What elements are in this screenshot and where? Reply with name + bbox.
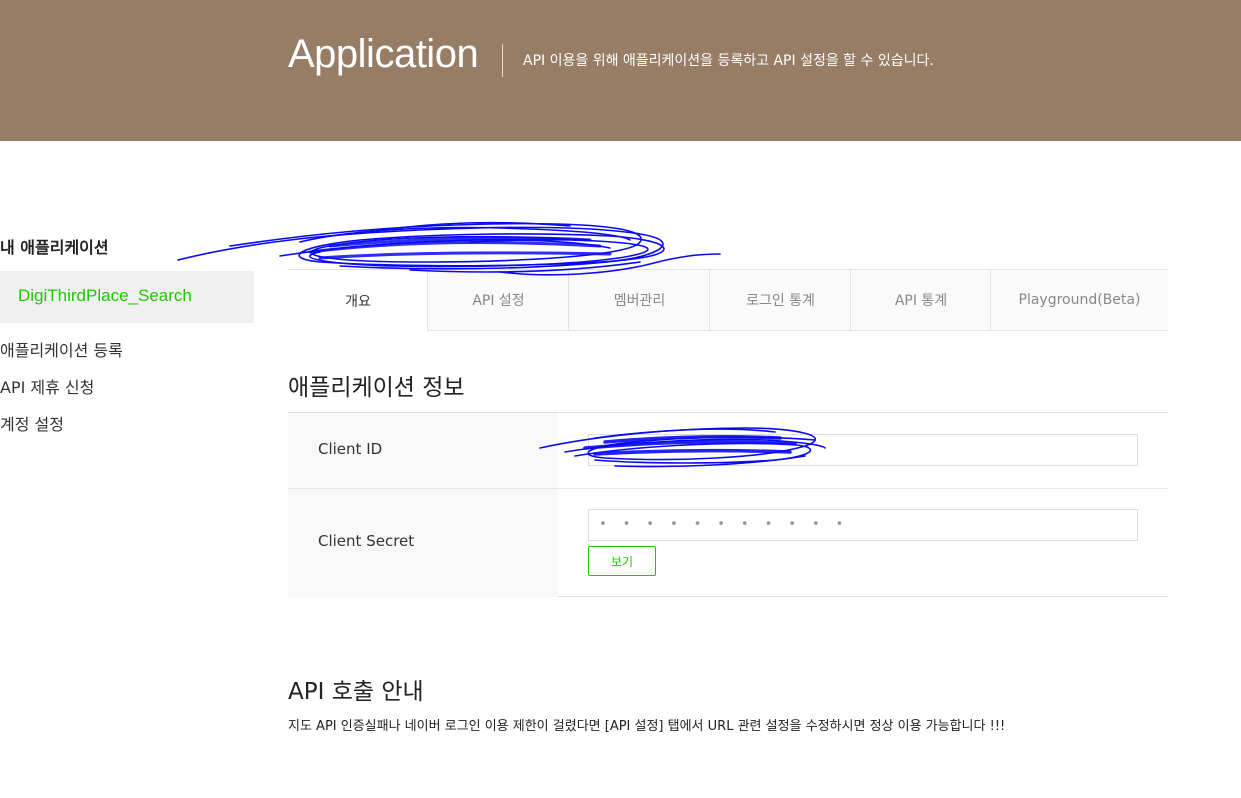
sidebar-link-api-partnership[interactable]: API 제휴 신청 [0,374,94,398]
banner-description: API 이용을 위해 애플리케이션을 등록하고 API 설정을 할 수 있습니다… [523,53,934,69]
tab-login-stats[interactable]: 로그인 통계 [709,270,851,331]
sidebar-item-selected-app[interactable]: DigiThirdPlace_Search [0,271,254,323]
tab-playground[interactable]: Playground(Beta) [990,270,1168,331]
tab-api-stats[interactable]: API 통계 [850,270,991,331]
client-secret-label-cell: Client Secret [288,489,558,597]
client-secret-label: Client Secret [318,532,415,550]
banner-divider [502,44,503,77]
tab-api-settings[interactable]: API 설정 [427,270,569,331]
tab-overview[interactable]: 개요 [288,270,428,331]
tab-member-management[interactable]: 멤버관리 [568,270,710,331]
app-info-table: Client ID Client Secret • • • • • • • • … [288,412,1168,597]
show-secret-button[interactable]: 보기 [588,546,656,576]
page-banner: Application API 이용을 위해 애플리케이션을 등록하고 API … [0,0,1241,141]
sidebar-title: 내 애플리케이션 [0,238,109,257]
api-guide-title: API 호출 안내 [288,679,424,705]
banner-title: Application [288,32,479,76]
sidebar-item-label: DigiThirdPlace_Search [18,286,192,305]
tab-bar: 개요 API 설정 멤버관리 로그인 통계 API 통계 Playground(… [288,269,1168,331]
api-guide-text: 지도 API 인증실패나 네이버 로그인 이용 제한이 걸렸다면 [API 설정… [288,719,1006,734]
client-id-field[interactable] [588,434,1138,466]
app-info-title: 애플리케이션 정보 [288,375,465,401]
client-id-label: Client ID [318,440,383,458]
sidebar-link-account-settings[interactable]: 계정 설정 [0,411,64,435]
sidebar-link-register-app[interactable]: 애플리케이션 등록 [0,337,123,361]
client-secret-field[interactable]: • • • • • • • • • • • [588,509,1138,541]
client-id-label-cell: Client ID [288,413,558,488]
